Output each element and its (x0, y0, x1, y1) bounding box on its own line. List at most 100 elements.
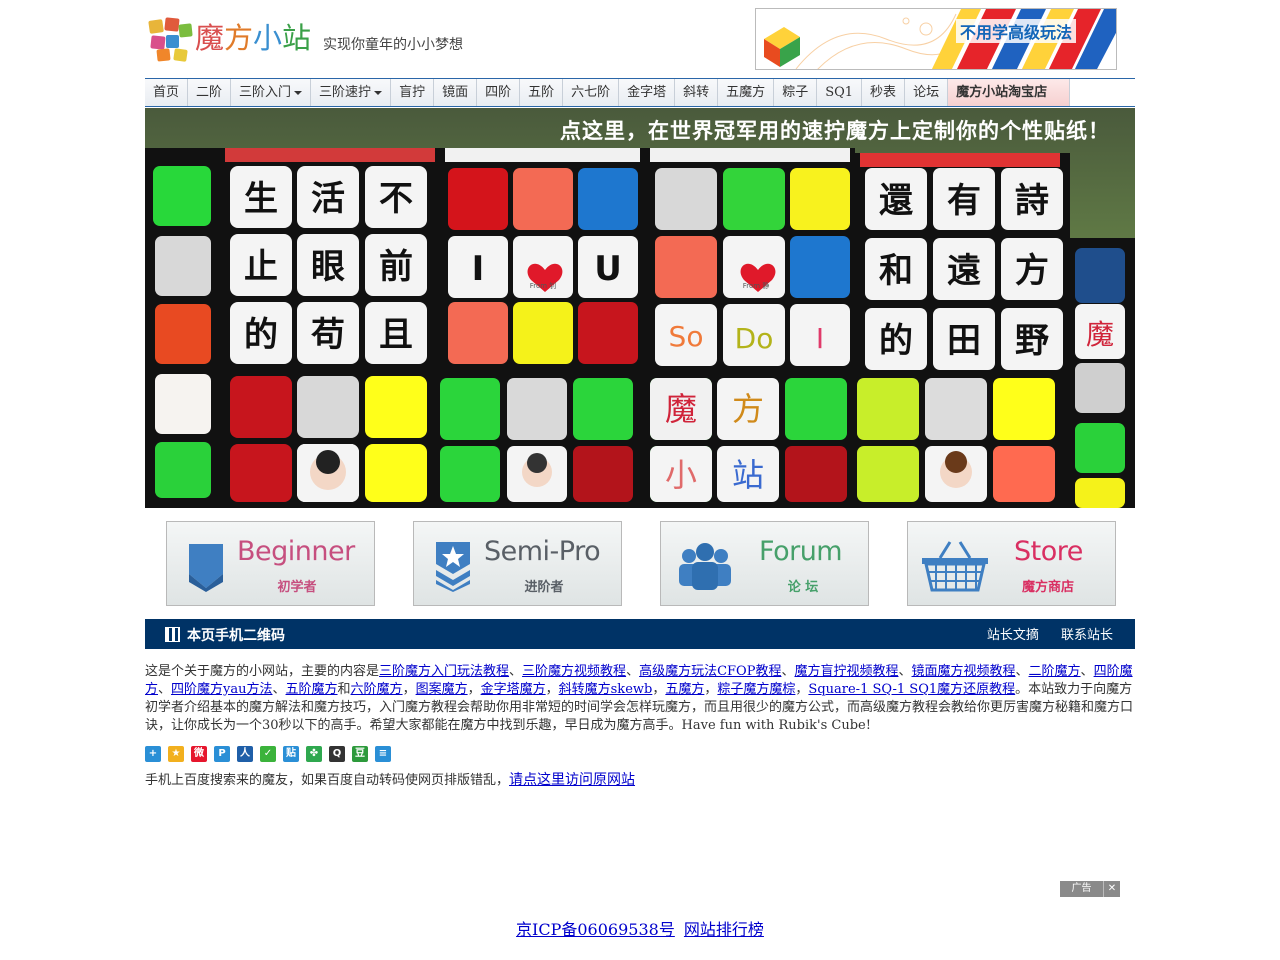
intro-separator: ， (704, 682, 718, 697)
qzone-icon[interactable]: ★ (168, 746, 184, 762)
banner-char: I (472, 249, 485, 289)
intro-text: 这是个关于魔方的小网站，主要的内容是 (145, 664, 380, 679)
qr-bar-links: 站长文摘 联系站长 (969, 624, 1113, 643)
intro-link[interactable]: 高级魔方玩法CFOP教程 (639, 664, 781, 679)
banner-char: 魔 (1086, 318, 1114, 351)
intro-link[interactable]: Square-1 SQ-1 SQ1魔方还原教程 (808, 682, 1015, 697)
intro-link[interactable]: 六阶魔方 (351, 682, 403, 697)
nav-item-skewb[interactable]: 斜转 (675, 79, 719, 106)
original-site-link[interactable]: 请点这里访问原网站 (509, 772, 635, 788)
top-ad-text: 不用学高级玩法 (955, 19, 1076, 43)
banner-char: So (669, 320, 704, 353)
intro-separator: 、 (158, 682, 172, 697)
nav-item-blindfold[interactable]: 盲拧 (391, 79, 435, 106)
intro-link[interactable]: 镜面魔方视频教程 (912, 664, 1016, 679)
banner-char: 站 (732, 456, 764, 494)
intro-separator: 、 (272, 682, 286, 697)
store-label: Store (1014, 536, 1083, 567)
douban-icon[interactable]: 豆 (352, 746, 368, 762)
banner-char: 遠 (947, 251, 981, 291)
intro-separator: ， (652, 682, 666, 697)
digest-link[interactable]: 站长文摘 (987, 628, 1039, 643)
star-badge-icon (436, 542, 470, 592)
intro-separator: 和 (337, 682, 351, 697)
banner-char: 有 (947, 181, 981, 221)
nav-item-4x4[interactable]: 四阶 (477, 79, 521, 106)
nav-item-2x2[interactable]: 二阶 (188, 79, 232, 106)
nav-item-pyraminx[interactable]: 金字塔 (619, 79, 676, 106)
qr-code-icon[interactable] (165, 627, 180, 642)
ranking-link[interactable]: 网站排行榜 (684, 920, 764, 939)
nav-item-timer[interactable]: 秒表 (862, 79, 906, 106)
intro-link[interactable]: 五阶魔方 (286, 682, 338, 697)
banner-char: 的 (244, 315, 278, 355)
nav-item-zongzi[interactable]: 粽子 (774, 79, 818, 106)
banner-char: 方 (732, 390, 764, 428)
semi-pro-label-zh: 进阶者 (524, 580, 564, 595)
group-icon (679, 543, 731, 590)
intro-separator: ， (402, 682, 416, 697)
beginner-button[interactable]: Beginner 初学者 (166, 521, 375, 606)
hero-banner-graphic: From 钊 From 静 生 活 不 還 有 詩 止 眼 前 I U 和 遠 … (145, 108, 1135, 508)
intro-link[interactable]: 斜转魔方skewb (559, 682, 653, 697)
cube-logo-icon (148, 17, 193, 62)
nav-item-6x6-7x7[interactable]: 六七阶 (563, 79, 620, 106)
tencent-weibo-icon[interactable]: P (214, 746, 230, 762)
store-button[interactable]: Store 魔方商店 (907, 521, 1116, 606)
print-icon[interactable]: ≡ (375, 746, 391, 762)
qr-bar-title[interactable]: 本页手机二维码 (187, 625, 285, 645)
banner-char: 苟 (310, 315, 345, 355)
nav-item-forum[interactable]: 论坛 (905, 79, 949, 106)
wechat-icon[interactable]: ✓ (260, 746, 276, 762)
icp-link[interactable]: 京ICP备06069538号 (516, 920, 675, 939)
contact-link[interactable]: 联系站长 (1061, 628, 1113, 643)
semi-pro-button[interactable]: Semi-Pro 进阶者 (413, 521, 622, 606)
nav-item-megaminx[interactable]: 五魔方 (718, 79, 775, 106)
ad-label[interactable]: 广告 (1060, 881, 1104, 897)
intro-separator: 、 (781, 664, 795, 679)
qq-icon[interactable]: Q (329, 746, 345, 762)
tieba-icon[interactable]: 贴 (283, 746, 299, 762)
banner-char: 詩 (1015, 181, 1049, 221)
intro-separator: 、 (898, 664, 912, 679)
weibo-icon[interactable]: 微 (191, 746, 207, 762)
close-icon[interactable]: ✕ (1104, 881, 1120, 897)
nav-item-5x5[interactable]: 五阶 (520, 79, 564, 106)
intro-separator: ， (467, 682, 481, 697)
intro-link[interactable]: 三阶魔方入门玩法教程 (379, 664, 509, 679)
share-more-icon[interactable]: + (145, 746, 161, 762)
banner-char: 活 (311, 179, 345, 219)
intro-link[interactable]: 二阶魔方 (1029, 664, 1081, 679)
banner-char: 前 (379, 247, 413, 287)
intro-link[interactable]: 金字塔魔方 (481, 682, 546, 697)
banner-char: Do (735, 322, 774, 355)
intro-link[interactable]: 五魔方 (665, 682, 704, 697)
nav-item-mirror[interactable]: 镜面 (434, 79, 478, 106)
intro-link[interactable]: 粽子魔方魔棕 (717, 682, 795, 697)
nav-item-taobao-shop[interactable]: 魔方小站淘宝店 (948, 79, 1071, 106)
banner-char: 田 (947, 321, 981, 361)
dropdown-caret-icon (294, 90, 303, 95)
beginner-label: Beginner (237, 536, 355, 567)
intro-link[interactable]: 三阶魔方视频教程 (522, 664, 626, 679)
forum-label: Forum (759, 536, 843, 567)
banner-char: 眼 (311, 247, 345, 287)
nav-item-3x3-speed[interactable]: 三阶速拧 (311, 79, 392, 106)
nav-item-home[interactable]: 首页 (145, 79, 189, 106)
nav-item-sq1[interactable]: SQ1 (817, 79, 863, 106)
hero-banner[interactable]: From 钊 From 静 生 活 不 還 有 詩 止 眼 前 I U 和 遠 … (145, 108, 1135, 508)
banner-char: 野 (1015, 321, 1049, 361)
renren-icon[interactable]: 人 (237, 746, 253, 762)
intro-link[interactable]: 图案魔方 (416, 682, 468, 697)
kaixin-icon[interactable]: ✤ (306, 746, 322, 762)
nav-item-3x3-beginner[interactable]: 三阶入门 (231, 79, 312, 106)
banner-char: 的 (879, 321, 913, 361)
ad-badge: 广告 ✕ (1060, 881, 1120, 897)
intro-separator: ， (545, 682, 559, 697)
site-logo[interactable]: 魔方小站 实现你童年的小小梦想 (145, 14, 495, 66)
intro-link[interactable]: 魔方盲拧视频教程 (794, 664, 898, 679)
forum-button[interactable]: Forum 论 坛 (660, 521, 869, 606)
top-ad-banner[interactable]: 不用学高级玩法 (755, 8, 1117, 70)
intro-separator: 、 (626, 664, 640, 679)
intro-link[interactable]: 四阶魔方yau方法 (171, 682, 272, 697)
